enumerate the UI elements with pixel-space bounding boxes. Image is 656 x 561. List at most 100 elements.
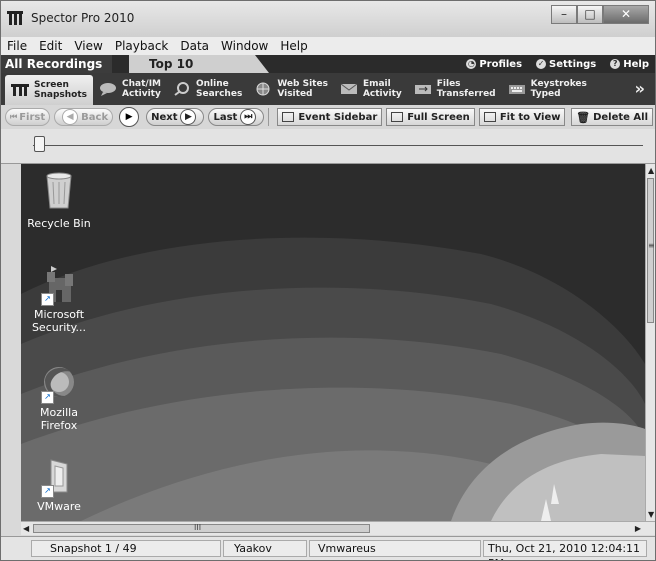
tab-top-10[interactable]: Top 10: [129, 55, 269, 73]
first-button[interactable]: ⏮ First: [5, 108, 51, 126]
menu-bar: File Edit View Playback Data Window Help: [1, 37, 655, 55]
menu-window[interactable]: Window: [215, 39, 274, 53]
globe-icon: [256, 82, 270, 96]
files-icon: [414, 85, 431, 94]
desktop-icon-recycle-bin[interactable]: Recycle Bin: [21, 170, 99, 230]
category-screen-snapshots[interactable]: Screen Snapshots: [5, 75, 94, 105]
desktop-icon-microsoft-security[interactable]: ↗ Microsoft Security...: [21, 264, 99, 334]
category-chat-im[interactable]: Chat/IM Activity: [93, 75, 167, 103]
recycle-bin-icon: [46, 172, 72, 209]
full-screen-button[interactable]: Full Screen: [386, 108, 475, 126]
vertical-scrollbar[interactable]: ▲ ≡ ▼: [645, 164, 655, 521]
back-label: Back: [81, 111, 109, 123]
menu-data[interactable]: Data: [174, 39, 215, 53]
menu-file[interactable]: File: [1, 39, 33, 53]
category-line2: Activity: [362, 89, 402, 99]
vertical-scroll-thumb[interactable]: ≡: [647, 178, 655, 323]
profiles-label: Profiles: [479, 58, 523, 70]
spector-logo-icon: [7, 11, 23, 25]
first-label: First: [19, 111, 46, 123]
snapshot-viewport: Recycle Bin ↗ Microsoft Security... ↗ Mo…: [21, 164, 645, 521]
profiles-link[interactable]: ◔ Profiles: [466, 59, 522, 70]
help-label: Help: [623, 58, 649, 70]
firefox-icon: ↗: [41, 362, 77, 404]
status-datetime: Thu, Oct 21, 2010 12:04:11 PM: [483, 540, 647, 560]
keyboard-icon: [508, 85, 525, 94]
vmware-icon: ↗: [41, 456, 77, 498]
fit-to-view-button[interactable]: Fit to View: [478, 108, 566, 126]
menu-playback[interactable]: Playback: [109, 39, 175, 53]
delete-all-label: Delete All: [593, 111, 648, 123]
shortcut-arrow-icon: ↗: [41, 391, 54, 404]
category-line2: Snapshots: [34, 90, 88, 100]
tab-all-recordings[interactable]: All Recordings: [1, 55, 113, 73]
category-email[interactable]: Email Activity: [334, 75, 408, 103]
window-title: Spector Pro 2010: [31, 11, 135, 25]
settings-link[interactable]: ✓ Settings: [536, 59, 596, 70]
menu-view[interactable]: View: [68, 39, 108, 53]
minimize-icon: –: [561, 7, 567, 21]
delete-all-button[interactable]: 🗑 Delete All: [571, 108, 653, 126]
category-line2: Activity: [122, 89, 161, 99]
next-button[interactable]: Next ▶: [146, 108, 205, 126]
status-bar: Snapshot 1 / 49 Yaakov Vmwareus Thu, Oct…: [1, 536, 655, 560]
settings-label: Settings: [549, 58, 597, 70]
horizontal-scrollbar[interactable]: ◀ III ▶: [21, 521, 655, 535]
skip-first-icon: ⏮: [10, 112, 18, 121]
fit-to-view-icon: [483, 112, 496, 122]
last-button[interactable]: Last ⏭: [208, 108, 265, 126]
scroll-down-icon[interactable]: ▼: [648, 510, 654, 519]
slider-track: [33, 145, 643, 146]
event-sidebar-label: Event Sidebar: [298, 111, 378, 123]
scroll-grip-icon: III: [194, 523, 202, 532]
app-window: Spector Pro 2010 – □ ✕ File Edit View Pl…: [0, 0, 656, 561]
minimize-button[interactable]: –: [551, 5, 577, 24]
category-line1: Email: [362, 79, 391, 89]
back-button[interactable]: ◀ Back: [54, 108, 114, 126]
category-line1: Keystrokes: [530, 79, 587, 89]
next-arrow-icon: ▶: [180, 109, 197, 125]
shortcut-arrow-icon: ↗: [41, 293, 54, 306]
category-line1: Web Sites: [277, 79, 328, 89]
help-link[interactable]: ? Help: [610, 59, 649, 70]
menu-help[interactable]: Help: [274, 39, 313, 53]
skip-last-icon: ⏭: [240, 109, 257, 125]
desktop-icon-label: VMware: [37, 500, 81, 513]
scroll-right-icon[interactable]: ▶: [635, 524, 641, 533]
castle-icon: ↗: [41, 264, 77, 306]
horizontal-scroll-thumb[interactable]: III: [33, 523, 370, 533]
more-categories-icon[interactable]: »: [635, 79, 645, 98]
next-label: Next: [151, 111, 178, 123]
desktop-icon-label: Mozilla: [40, 406, 78, 419]
screen-snapshots-icon: [11, 84, 29, 96]
category-files[interactable]: Files Transferred: [408, 75, 502, 103]
status-user: Yaakov: [223, 540, 307, 557]
play-icon[interactable]: ▶: [119, 107, 140, 127]
trash-icon: 🗑: [576, 110, 591, 124]
scroll-up-icon[interactable]: ▲: [648, 166, 654, 175]
category-keystrokes[interactable]: Keystrokes Typed: [502, 75, 593, 103]
desktop-icon-mozilla-firefox[interactable]: ↗ Mozilla Firefox: [21, 362, 99, 432]
close-button[interactable]: ✕: [603, 5, 649, 24]
desktop-icon-vmware[interactable]: ↗ VMware: [21, 456, 99, 513]
full-screen-icon: [391, 112, 404, 122]
back-arrow-icon: ◀: [62, 109, 79, 125]
category-line2: Visited: [277, 89, 313, 99]
category-online-searches[interactable]: Online Searches: [167, 75, 248, 103]
category-web-sites[interactable]: Web Sites Visited: [248, 75, 334, 103]
envelope-icon: [340, 83, 358, 94]
event-sidebar-button[interactable]: Event Sidebar: [277, 108, 383, 126]
navigation-toolbar: ⏮ First ◀ Back ▶ Next ▶ Last ⏭ Event Sidebar…: [1, 105, 655, 130]
desktop-icon-label: Microsoft: [33, 308, 85, 321]
search-icon: [174, 82, 189, 96]
maximize-button[interactable]: □: [577, 5, 603, 24]
left-gutter: [1, 164, 21, 535]
toolbar-divider: [268, 108, 270, 126]
slider-thumb[interactable]: [34, 136, 45, 152]
category-line2: Transferred: [436, 89, 496, 99]
status-snapshot-counter: Snapshot 1 / 49: [31, 540, 221, 557]
scroll-left-icon[interactable]: ◀: [23, 524, 29, 533]
category-line2: Typed: [530, 89, 561, 99]
checkmark-icon: ✓: [536, 59, 547, 69]
menu-edit[interactable]: Edit: [33, 39, 68, 53]
